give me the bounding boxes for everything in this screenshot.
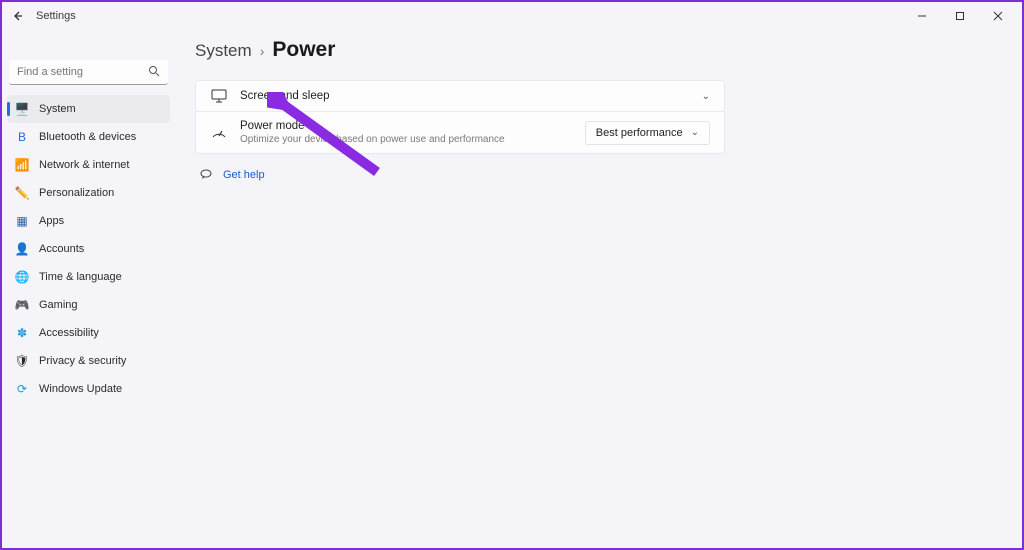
sidebar-item-time-language[interactable]: 🌐 Time & language [7, 263, 170, 291]
nav-icon: ✏️ [15, 186, 29, 200]
sidebar-item-accessibility[interactable]: ✽ Accessibility [7, 319, 170, 347]
screen-sleep-title: Screen and sleep [240, 90, 690, 102]
chevron-down-icon: ⌄ [702, 91, 710, 102]
window-controls [904, 4, 1016, 28]
chevron-down-icon: ⌄ [691, 127, 699, 138]
get-help-link[interactable]: Get help [223, 169, 265, 181]
nav-icon: 🖥️ [15, 102, 29, 116]
minimize-icon [917, 11, 927, 21]
sidebar-item-privacy-security[interactable]: 🛡 Privacy & security [7, 347, 170, 375]
settings-card: Screen and sleep ⌄ Power mode Optimize y… [195, 80, 725, 154]
sidebar: 🖥️ System B Bluetooth & devices 📶 Network & i… [2, 30, 175, 548]
nav-label: Network & internet [39, 159, 129, 171]
sidebar-item-apps[interactable]: ▦ Apps [7, 207, 170, 235]
search-box[interactable] [9, 60, 168, 85]
nav-label: Bluetooth & devices [39, 131, 136, 143]
nav-label: Accessibility [39, 327, 99, 339]
minimize-button[interactable] [904, 4, 940, 28]
nav-icon: 🛡 [15, 354, 29, 368]
breadcrumb-separator: › [260, 43, 265, 59]
breadcrumb-parent[interactable]: System [195, 41, 252, 61]
power-mode-title: Power mode [240, 120, 573, 132]
power-mode-row[interactable]: Power mode Optimize your device based on… [196, 111, 724, 153]
maximize-button[interactable] [942, 4, 978, 28]
nav-icon: B [15, 130, 29, 144]
sidebar-item-gaming[interactable]: 🎮 Gaming [7, 291, 170, 319]
sidebar-item-accounts[interactable]: 👤 Accounts [7, 235, 170, 263]
app-title: Settings [36, 10, 76, 22]
get-help-row[interactable]: Get help [199, 168, 998, 182]
sidebar-item-personalization[interactable]: ✏️ Personalization [7, 179, 170, 207]
row-text: Screen and sleep [240, 90, 690, 102]
title-left: Settings [8, 6, 76, 26]
nav-icon: 🌐 [15, 270, 29, 284]
breadcrumb: System › Power [195, 38, 1002, 62]
nav-label: Personalization [39, 187, 114, 199]
body: 🖥️ System B Bluetooth & devices 📶 Network & i… [2, 30, 1022, 548]
nav-list: 🖥️ System B Bluetooth & devices 📶 Network & i… [7, 95, 170, 403]
nav-icon: 🎮 [15, 298, 29, 312]
power-mode-dropdown[interactable]: Best performance ⌄ [585, 121, 710, 145]
content-area: System › Power Screen and sleep ⌄ [175, 30, 1022, 548]
search-input[interactable] [9, 60, 168, 85]
close-icon [993, 11, 1003, 21]
nav-label: System [39, 103, 76, 115]
nav-icon: 👤 [15, 242, 29, 256]
help-icon [199, 168, 213, 182]
monitor-icon [210, 89, 228, 103]
screen-and-sleep-row[interactable]: Screen and sleep ⌄ [196, 81, 724, 111]
nav-label: Apps [39, 215, 64, 227]
back-arrow-icon [12, 10, 24, 22]
nav-label: Windows Update [39, 383, 122, 395]
title-bar: Settings [2, 2, 1022, 30]
sidebar-item-network-internet[interactable]: 📶 Network & internet [7, 151, 170, 179]
nav-icon: ⟳ [15, 382, 29, 396]
power-mode-selected: Best performance [596, 127, 683, 139]
search-icon [148, 65, 160, 80]
power-mode-subtitle: Optimize your device based on power use … [240, 134, 573, 145]
maximize-icon [955, 11, 965, 21]
power-mode-icon [210, 127, 228, 139]
sidebar-item-windows-update[interactable]: ⟳ Windows Update [7, 375, 170, 403]
nav-icon: ▦ [15, 214, 29, 228]
close-button[interactable] [980, 4, 1016, 28]
row-text: Power mode Optimize your device based on… [240, 120, 573, 145]
sidebar-item-system[interactable]: 🖥️ System [7, 95, 170, 123]
nav-label: Accounts [39, 243, 84, 255]
nav-label: Gaming [39, 299, 78, 311]
page-title: Power [272, 38, 335, 62]
nav-icon: ✽ [15, 326, 29, 340]
sidebar-item-bluetooth-devices[interactable]: B Bluetooth & devices [7, 123, 170, 151]
back-button[interactable] [8, 6, 28, 26]
nav-label: Privacy & security [39, 355, 126, 367]
nav-label: Time & language [39, 271, 122, 283]
nav-icon: 📶 [15, 158, 29, 172]
settings-window: Settings 🖥️ System B Bluetooth & devices 📶 Ne… [0, 0, 1024, 550]
